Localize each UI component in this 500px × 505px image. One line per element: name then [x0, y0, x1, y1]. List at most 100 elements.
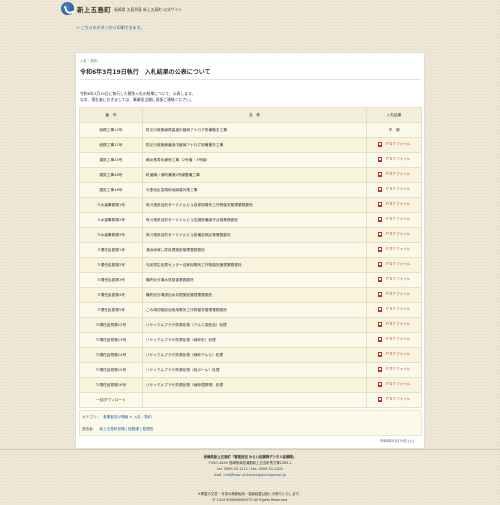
updated-date: 令和6年03月19日 (火) — [380, 439, 414, 443]
row-number: ５水道事務第1号 — [79, 197, 143, 213]
pdf-download-link[interactable]: ＰＤＦファイル — [377, 367, 410, 372]
pdf-link-label: ＰＤＦファイル — [385, 382, 411, 386]
pdf-download-link[interactable]: ＰＤＦファイル — [377, 337, 410, 342]
row-name: 汚泥再生処理センター自家用電気工作物保安管理業務委託 — [141, 257, 368, 273]
pdf-file-icon — [377, 352, 382, 357]
table-row: 建設工事46号 町道鯛ノ浦阿瀬港2号線整備工事 ＰＤＦファイル — [79, 167, 422, 183]
footer-mail-link[interactable]: info@town.shinkamigoto.nagasaki.jp — [224, 473, 286, 477]
pdf-file-icon — [377, 247, 382, 252]
pdf-download-link[interactable]: ＰＤＦファイル — [377, 187, 411, 192]
table-row: 一括ダウンロード ＰＤＦファイル — [79, 392, 422, 408]
table-row: 総務工事11号 防災行政無線番各中継局アナログ設備撤去工事 ＰＤＦファイル — [79, 137, 422, 153]
pdf-download-link[interactable]: ＰＤＦファイル — [377, 262, 411, 267]
pdf-download-link[interactable]: ＰＤＦファイル — [377, 397, 410, 402]
row-result: ＰＤＦファイル — [366, 272, 422, 288]
category-link-bidding[interactable]: 入札・契約 — [134, 415, 152, 419]
row-name: 有川港多目的ターミナルビル空調設備保守点検業務委託 — [141, 212, 368, 228]
pdf-download-link[interactable]: ＰＤＦファイル — [377, 202, 411, 207]
table-row: ５環任民委第1号 浦浜地域し尿処理施設管理業務委託 ＰＤＦファイル — [79, 242, 422, 258]
pdf-link-label: ＰＤＦファイル — [385, 277, 411, 281]
pdf-link-label: ＰＤＦファイル — [385, 217, 411, 221]
category-link-business[interactable]: 事業者向け情報 — [103, 415, 128, 419]
row-name: リサイクルプラザ資源化物（硝砕アルミ）処理 — [141, 347, 368, 363]
site-header: 新上五島町 長崎県 五島列島 新上五島町 公式サイト — [0, 0, 500, 20]
pdf-file-icon — [377, 397, 382, 402]
row-number: ５環任民物第16号 — [79, 377, 143, 393]
row-number: 一括ダウンロード — [79, 392, 143, 408]
pdf-download-link[interactable]: ＰＤＦファイル — [377, 307, 410, 312]
pdf-file-icon — [377, 307, 382, 312]
row-name: リサイクルプラザ資源化物（硝砕缶）処理 — [141, 332, 368, 348]
row-result: ＰＤＦファイル — [366, 182, 422, 198]
footer-divider — [0, 449, 500, 450]
site-footer: 長崎県新上五島町「管理庶法 みらい拡頼隊デジタル拡頼隊」 〒857-4495 長… — [0, 454, 500, 478]
town-emblem-icon — [61, 2, 74, 15]
table-row: ５水道事務第2号 有川港多目的ターミナルビル空調設備保守点検業務委託 ＰＤＦファイル — [79, 212, 422, 228]
row-number: 総務工事10号 — [79, 122, 143, 138]
pdf-download-link[interactable]: ＰＤＦファイル — [377, 382, 411, 387]
table-row: 建設工事45号 横浜長寿化補修工事（2号機・3号機） ＰＤＦファイル — [79, 152, 422, 168]
row-name: 横浜長寿化補修工事（2号機・3号機） — [141, 152, 368, 168]
row-result: ＰＤＦファイル — [366, 317, 422, 333]
pdf-download-link[interactable]: ＰＤＦファイル — [377, 292, 410, 297]
row-name: 町道鯛ノ浦阿瀬港2号線整備工事 — [141, 167, 368, 183]
pdf-download-link[interactable]: ＰＤＦファイル — [377, 172, 410, 177]
category-row: カテゴリ： 事業者向け情報 > 入札・契約 — [82, 415, 152, 420]
pdf-download-link[interactable]: ＰＤＦファイル — [377, 217, 411, 222]
row-number: ５環任民物第15号 — [79, 362, 143, 378]
pdf-download-link[interactable]: ＰＤＦファイル — [377, 352, 410, 357]
category-row-label: カテゴリ： — [82, 415, 100, 419]
row-name: リサイクルプラザ資源化物（段ボール）処理 — [141, 362, 368, 378]
row-name: リサイクルプラザ資源化物（硝砕国際物）処理 — [141, 377, 368, 393]
main-content: 入札・契約 令和6年3月19日執行 入札結果の公表について 令和6年3月19日に… — [75, 52, 425, 449]
pdf-file-icon — [377, 292, 382, 297]
footer-mail-label: mail. — [214, 473, 223, 477]
pdf-link-label: ＰＤＦファイル — [385, 202, 411, 206]
pdf-file-icon — [377, 232, 382, 237]
pdf-file-icon — [377, 367, 382, 372]
pdf-file-icon — [377, 262, 382, 267]
table-header-row: 番 号 名 称 入札結果 — [79, 107, 422, 123]
row-name: 今里地区急傾斜地崩壊対策工事 — [141, 182, 368, 198]
table-row: ５環任民物第14号 リサイクルプラザ資源化物（硝砕アルミ）処理 ＰＤＦファイル — [79, 347, 422, 363]
row-name: 最終処分場水質検査業務委託 — [141, 272, 368, 288]
pdf-file-icon — [377, 277, 382, 282]
pdf-download-link[interactable]: ＰＤＦファイル — [377, 322, 410, 327]
header-result: 入札結果 — [366, 107, 422, 123]
row-number: 建設工事45号 — [79, 152, 143, 168]
pdf-link-label: ＰＤＦファイル — [385, 247, 411, 251]
site-subtitle: 長崎県 五島列島 新上五島町 公式サイト — [114, 6, 183, 12]
pdf-link-label: ＰＤＦファイル — [385, 262, 411, 266]
category-label: 入札・契約 — [80, 59, 98, 63]
row-name: 浦浜地域し尿処理施設管理業務委託 — [141, 242, 368, 258]
row-number: ５環任民物第13号 — [79, 332, 143, 348]
row-name: 有川港多目的ターミナルビル自家用電気工作物保安管理業務委託 — [141, 197, 368, 213]
pdf-download-link[interactable]: ＰＤＦファイル — [377, 247, 411, 252]
row-result: ＰＤＦファイル — [366, 197, 422, 213]
result-status: 不 調 — [388, 127, 400, 132]
row-name — [141, 392, 368, 408]
pdf-link-label: ＰＤＦファイル — [385, 157, 411, 161]
pdf-download-link[interactable]: ＰＤＦファイル — [377, 157, 411, 162]
row-result: ＰＤＦファイル — [366, 212, 422, 228]
row-name: 防災行政無線番各中継局アナログ設備撤去工事 — [141, 137, 368, 153]
row-result: ＰＤＦファイル — [366, 227, 422, 243]
intro-text: 令和6年3月19日に執行した競争入札の結果について、公表します。 なお、落札者に… — [80, 91, 195, 103]
row-number: ５水道事務第3号 — [79, 227, 143, 243]
footer-notes: ※掲載の文書・写真の無断転用・複製転載は固くお断りいたします。 © 2024 S… — [0, 491, 500, 503]
row-name: 防災行政無線再高過中継局アナログ設備撤去工事 — [141, 122, 368, 138]
table-row: ５環任民委第2号 汚泥再生処理センター自家用電気工作物保安管理業務委託 ＰＤＦファイ… — [79, 257, 422, 273]
row-name: ごみ焼却施設自家用電気工作物保安管理業務委託 — [141, 302, 368, 318]
table-row: 総務工事10号 防災行政無線再高過中継局アナログ設備撤去工事 不 調 — [79, 122, 422, 138]
print-link[interactable]: → こちらのボタンから印刷できます。 — [76, 25, 144, 31]
header-name: 名 称 — [141, 107, 368, 123]
table-row: ５水道事務第1号 有川港多目的ターミナルビル自家用電気工作物保安管理業務委託 ＰＤＦ… — [79, 197, 422, 213]
pdf-download-link[interactable]: ＰＤＦファイル — [377, 277, 411, 282]
table-row: ５環任民委第4号 最終処分場浸出水処理施設管理業務委託 ＰＤＦファイル — [79, 287, 422, 303]
pdf-download-link[interactable]: ＰＤＦファイル — [377, 232, 410, 237]
pdf-link-label: ＰＤＦファイル — [385, 187, 411, 191]
site-logo[interactable]: 新上五島町 長崎県 五島列島 新上五島町 公式サイト — [61, 2, 182, 15]
pdf-download-link[interactable]: ＰＤＦファイル — [377, 142, 410, 147]
owner-link[interactable]: 新上五島町役場 | 総務課 | 監理班 — [100, 427, 154, 431]
title-divider — [80, 79, 421, 80]
